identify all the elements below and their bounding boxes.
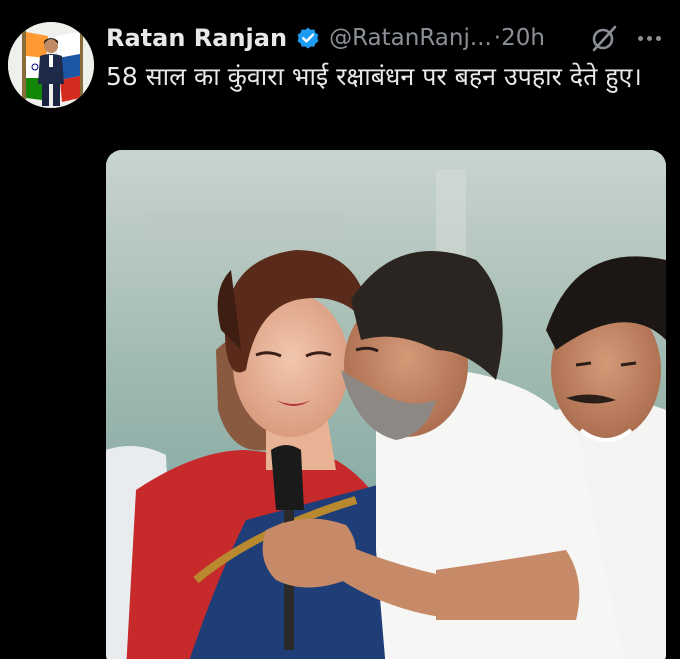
- tweet-timestamp[interactable]: 20h: [501, 25, 545, 51]
- verified-badge-icon: [295, 25, 321, 51]
- author-avatar[interactable]: [8, 22, 94, 108]
- more-dot: [646, 35, 652, 41]
- grok-icon[interactable]: [588, 22, 620, 54]
- more-dot: [655, 35, 661, 41]
- more-dot: [637, 35, 643, 41]
- separator-dot: ·: [493, 25, 502, 51]
- tweet[interactable]: Ratan Ranjan @RatanRanj... · 20h 58 साल …: [0, 0, 680, 659]
- tweet-photo[interactable]: [106, 150, 666, 659]
- author-name[interactable]: Ratan Ranjan: [106, 24, 287, 52]
- tweet-header: Ratan Ranjan @RatanRanj... · 20h: [106, 18, 545, 58]
- author-handle[interactable]: @RatanRanj...: [329, 25, 492, 51]
- tweet-text: 58 साल का कुंवारा भाई रक्षाबंधन पर बहन उ…: [106, 62, 642, 91]
- more-options-icon[interactable]: [633, 24, 665, 52]
